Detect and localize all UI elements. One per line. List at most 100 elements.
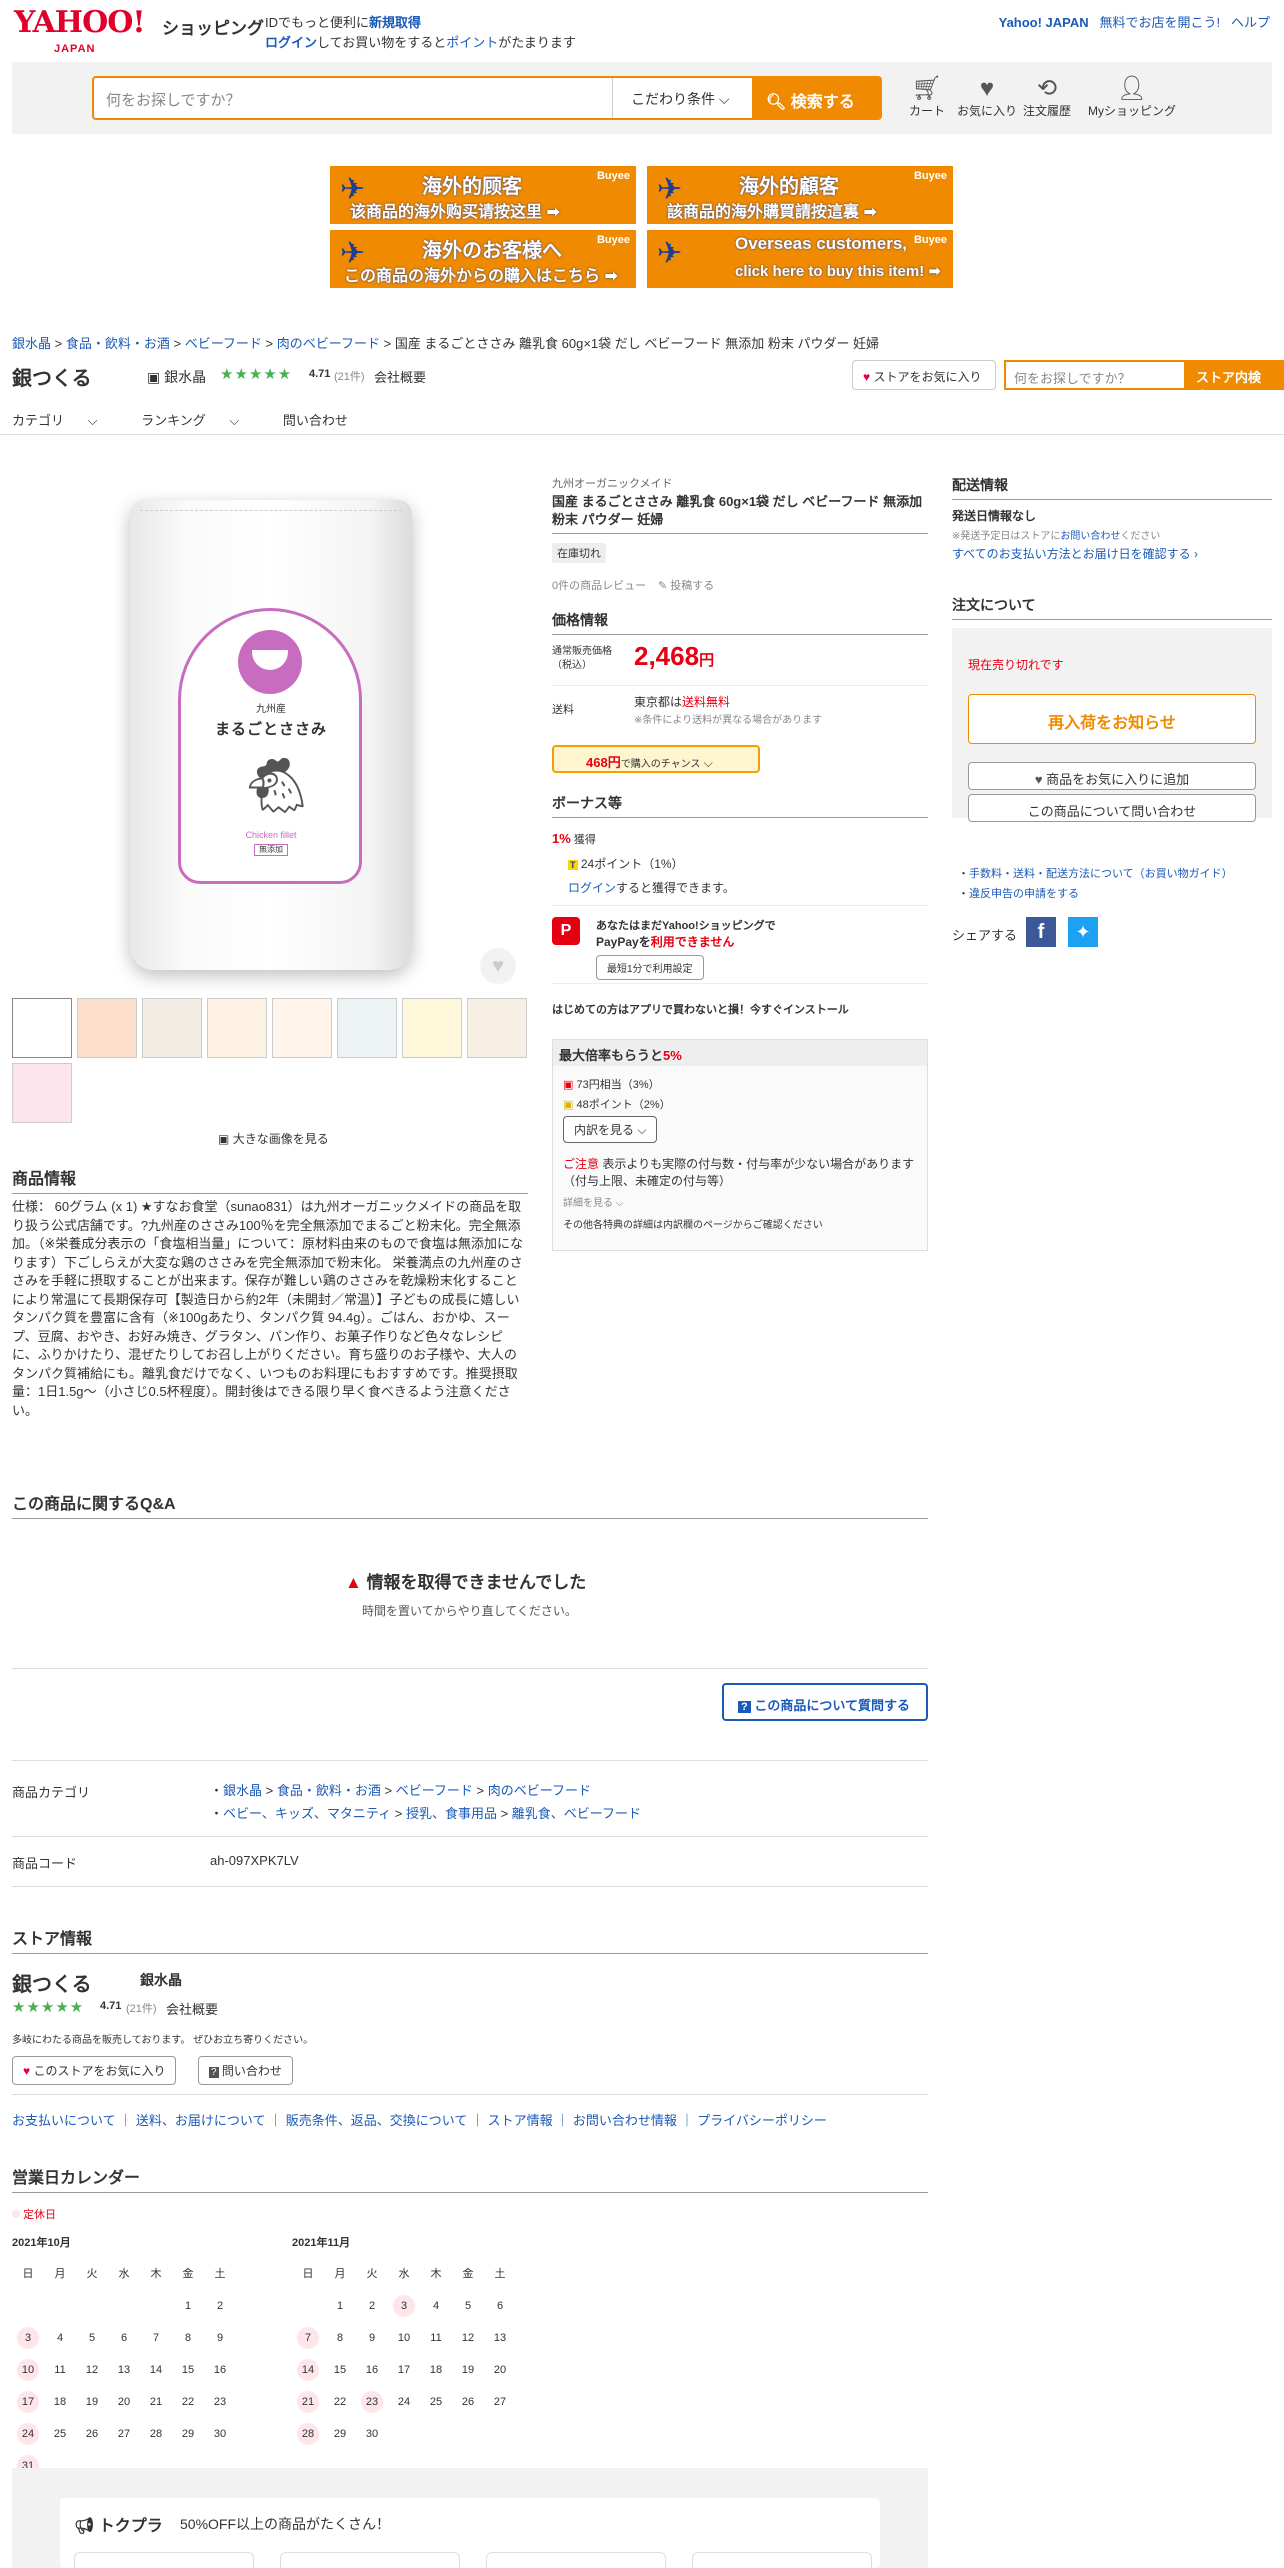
- footer-link[interactable]: 送料、お届けについて: [136, 2113, 266, 2128]
- inquiry-link[interactable]: お問い合わせ: [1060, 531, 1120, 542]
- breadcrumb-link[interactable]: 肉のベビーフード: [277, 336, 380, 351]
- footer-link[interactable]: ストア情報: [488, 2113, 553, 2128]
- tokkura-item[interactable]: [74, 2552, 254, 2568]
- store-logo[interactable]: 銀つくる: [12, 1968, 92, 1997]
- divider: [12, 1668, 928, 1669]
- calendar-day: 13: [493, 2332, 507, 2344]
- breadcrumb-link[interactable]: ベビーフード: [185, 336, 262, 351]
- thumbnail[interactable]: [467, 998, 527, 1058]
- breadcrumb-link[interactable]: 食品・飲料・お酒: [66, 336, 170, 351]
- open-store-link[interactable]: 無料でお店を開こう!: [1100, 15, 1221, 30]
- store-inquiry-button[interactable]: ? 問い合わせ: [198, 2056, 293, 2085]
- tokkura-item[interactable]: [486, 2552, 666, 2568]
- points-link[interactable]: ポイント: [446, 35, 498, 50]
- category-link[interactable]: ベビーフード: [396, 1783, 473, 1798]
- ask-question-button[interactable]: ? この商品について質問する: [722, 1683, 928, 1721]
- category-link[interactable]: 銀水晶: [223, 1783, 262, 1798]
- product-main-image[interactable]: 九州産 まるごとささみ 🐔︎ Chicken fillet 無添加: [130, 500, 412, 970]
- category-link[interactable]: 食品・飲料・お酒: [277, 1783, 381, 1798]
- review-count[interactable]: 0件の商品レビュー: [552, 577, 646, 593]
- footer-link[interactable]: お支払いについて: [12, 2113, 116, 2128]
- yahoo-japan-link[interactable]: Yahoo! JAPAN: [999, 15, 1089, 30]
- thumbnail[interactable]: [207, 998, 267, 1058]
- ranking-menu[interactable]: ランキング ⌵: [141, 413, 259, 428]
- brand-name[interactable]: 九州オーガニックメイド: [552, 475, 928, 491]
- tokkura-card[interactable]: 📢︎ トクプラ 50%OFF以上の商品がたくさん！: [60, 2498, 880, 2568]
- rate-item: ▣ 48ポイント（2%）: [563, 1099, 671, 1111]
- thumbnail[interactable]: [402, 998, 462, 1058]
- thumbnail[interactable]: [142, 998, 202, 1058]
- search-input[interactable]: 何をお探しですか？: [106, 89, 241, 110]
- store-logo[interactable]: 銀つくる: [12, 362, 92, 391]
- product-inquiry-button[interactable]: この商品について問い合わせ: [968, 794, 1256, 822]
- pencil-icon: ✎: [658, 580, 668, 592]
- store-review-count[interactable]: (21件): [334, 368, 365, 384]
- calendar-holiday: 3: [393, 2295, 415, 2317]
- search-button[interactable]: 🔍︎ 検索する: [752, 78, 880, 118]
- buyee-banner-cn-traditional[interactable]: ✈ 海外的顧客 該商品的海外購買請按這裏 ➡ Buyee: [647, 166, 953, 224]
- details-link[interactable]: 詳細を見る ⌵: [563, 1194, 623, 1209]
- header-links: Yahoo! JAPAN 無料でお店を開こう! ヘルプ: [999, 12, 1270, 31]
- buyee-banner-jp[interactable]: ✈ 海外のお客様へ この商品の海外からの購入はこちら ➡ Buyee: [330, 230, 636, 288]
- store-rating: 4.71: [309, 368, 331, 380]
- favorite-heart-button[interactable]: ♥: [480, 948, 516, 984]
- caution-text: ご注意 表示よりも実際の付与数・付与率が少ない場合があります（付与上限、未確定の…: [563, 1157, 915, 1188]
- footer-link[interactable]: プライバシーポリシー: [697, 2113, 827, 2128]
- store-favorite-button[interactable]: ♥ このストアをお気に入り: [12, 2056, 177, 2085]
- add-favorite-button[interactable]: ♥ 商品をお気に入りに追加: [968, 762, 1256, 790]
- restock-notify-button[interactable]: 再入荷をお知らせ: [968, 694, 1256, 744]
- signup-message: IDでもっと便利に新規取得: [265, 15, 422, 30]
- store-name[interactable]: 銀水晶: [140, 1970, 182, 1990]
- violation-report-link[interactable]: ・違反申告の申請をする: [958, 885, 1079, 901]
- tokkura-item[interactable]: [280, 2552, 460, 2568]
- heart-icon: ♥: [863, 370, 871, 384]
- post-review-link[interactable]: ✎ 投稿する: [658, 577, 714, 593]
- order-history-button[interactable]: ⟲ 注文履歴: [1012, 76, 1082, 119]
- category-menu[interactable]: カテゴリ ⌵: [12, 413, 118, 428]
- company-overview-link[interactable]: 会社概要: [166, 1999, 218, 2018]
- category-link[interactable]: ベビー、キッズ、マタニティ: [223, 1806, 391, 1821]
- signup-link[interactable]: 新規取得: [369, 15, 421, 30]
- heart-icon: ♥: [492, 955, 504, 977]
- chevron-down-icon: ⌵: [87, 413, 98, 428]
- thumbnail[interactable]: [12, 998, 72, 1058]
- purchase-chance-button[interactable]: 468円で購入のチャンス ⌵: [552, 745, 760, 773]
- conditions-dropdown[interactable]: こだわり条件 ⌵: [612, 78, 752, 118]
- login-link[interactable]: ログイン: [265, 35, 317, 50]
- fee-guide-link[interactable]: ・手数料・送料・配送方法について（お買い物ガイド）: [958, 865, 1233, 881]
- inquiry-link[interactable]: 問い合わせ: [283, 413, 348, 428]
- company-overview-link[interactable]: 会社概要: [374, 367, 426, 386]
- breakdown-button[interactable]: 内訳を見る ⌵: [563, 1116, 658, 1143]
- category-link[interactable]: 授乳、食事用品: [406, 1806, 497, 1821]
- tokkura-item[interactable]: [692, 2552, 872, 2568]
- store-name[interactable]: ▣ 銀水晶: [147, 367, 206, 387]
- thumbnail[interactable]: [272, 998, 332, 1058]
- thumbnail[interactable]: [337, 998, 397, 1058]
- category-link[interactable]: 肉のベビーフード: [488, 1783, 591, 1798]
- store-search-input[interactable]: 何をお探しですか？: [1004, 360, 1184, 390]
- calendar-day: 6: [120, 2332, 128, 2344]
- facebook-icon[interactable]: f: [1026, 917, 1056, 947]
- breadcrumb-link[interactable]: 銀水晶: [12, 336, 51, 351]
- store-search-button[interactable]: ストア内検索: [1184, 360, 1284, 404]
- view-large-image-link[interactable]: ▣ 大きな画像を見る: [218, 1130, 329, 1147]
- twitter-icon[interactable]: ✦: [1068, 917, 1098, 947]
- yahoo-japan-logo[interactable]: YAHOO! JAPAN: [14, 8, 146, 56]
- thumbnail[interactable]: [12, 1063, 72, 1123]
- store-favorite-button[interactable]: ♥ ストアをお気に入り: [852, 360, 996, 390]
- heart-icon: ♥: [1034, 772, 1043, 787]
- login-link[interactable]: ログイン: [568, 881, 616, 895]
- app-install-promo[interactable]: はじめての方はアプリで買わないと損！今すぐインストール: [552, 1001, 849, 1017]
- buyee-banner-cn-simplified[interactable]: ✈ 海外的顾客 该商品的海外购买请按这里 ➡ Buyee: [330, 166, 636, 224]
- help-link[interactable]: ヘルプ: [1231, 15, 1270, 30]
- footer-link[interactable]: お問い合わせ情報: [573, 2113, 677, 2128]
- buyee-banner-en[interactable]: ✈ Overseas customers, click here to buy th…: [647, 230, 953, 288]
- delivery-methods-link[interactable]: すべてのお支払い方法とお届け日を確認する ›: [952, 545, 1198, 562]
- thumbnail[interactable]: [77, 998, 137, 1058]
- my-shopping-button[interactable]: 👤︎ Myショッピング: [1082, 76, 1182, 119]
- footer-link[interactable]: 販売条件、返品、交換について: [286, 2113, 468, 2128]
- paypay-setup-button[interactable]: 最短1分で利用設定: [596, 955, 704, 980]
- store-review-count[interactable]: (21件): [126, 2000, 157, 2016]
- paypay-icon: ▣: [563, 1079, 574, 1091]
- category-link[interactable]: 離乳食、ベビーフード: [512, 1806, 641, 1821]
